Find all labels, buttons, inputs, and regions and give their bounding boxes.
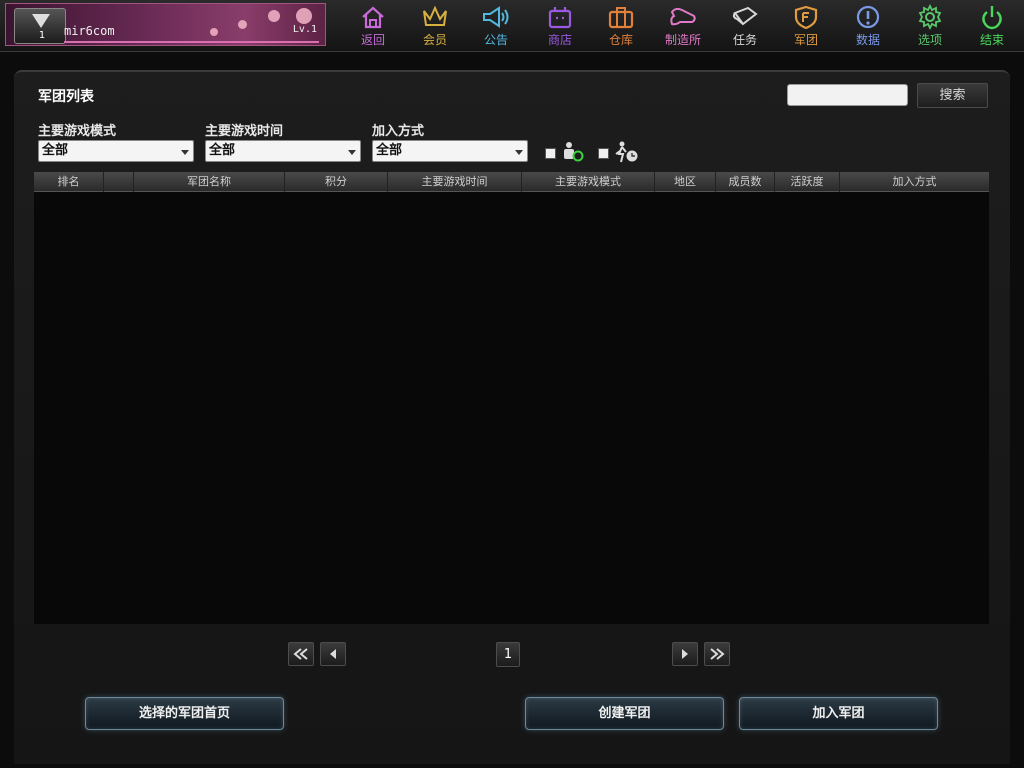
nav-data[interactable]: 数据	[837, 4, 899, 48]
column-header-rank[interactable]: 排名	[34, 172, 104, 192]
filter-play-time-select[interactable]: 全部	[205, 140, 361, 162]
top-bar: 1 mir6com Lv.1 返回 会员 公告 商店 仓库 制造所 任务 军团 …	[0, 0, 1024, 52]
nav-options-label: 选项	[917, 33, 942, 47]
nav-crafting-label: 制造所	[664, 33, 701, 47]
table-body	[34, 193, 989, 624]
column-header-emblem[interactable]	[104, 172, 134, 192]
nav-warehouse-label: 仓库	[608, 33, 633, 47]
blossom-decoration	[268, 10, 280, 22]
scroll-icon	[732, 6, 758, 26]
avatar-number: 1	[38, 30, 46, 41]
search-button[interactable]: 搜索	[917, 83, 988, 108]
crown-icon	[423, 5, 447, 26]
player-profile-card[interactable]: 1 mir6com Lv.1	[5, 3, 326, 46]
dropdown-arrow-icon	[181, 150, 189, 155]
nav-notice-label: 公告	[483, 33, 508, 47]
column-header-join-method[interactable]: 加入方式	[840, 172, 989, 192]
nav-quests-label: 任务	[732, 33, 757, 47]
column-header-guild-name[interactable]: 军团名称	[134, 172, 285, 192]
info-icon	[856, 5, 880, 29]
briefcase-icon	[608, 7, 634, 29]
blossom-decoration	[296, 8, 312, 24]
double-chevron-left-icon	[293, 648, 308, 660]
avatar: 1	[14, 8, 66, 44]
column-header-activity[interactable]: 活跃度	[775, 172, 840, 192]
nav-warehouse[interactable]: 仓库	[590, 4, 652, 48]
nav-crafting[interactable]: 制造所	[652, 4, 714, 48]
blossom-decoration	[238, 20, 247, 29]
nav-options[interactable]: 选项	[899, 4, 961, 48]
panel-title: 军团列表	[38, 89, 94, 105]
filter-game-mode-label: 主要游戏模式	[38, 124, 117, 139]
filter-play-time-value: 全部	[209, 143, 236, 158]
column-header-play-time[interactable]: 主要游戏时间	[388, 172, 522, 192]
filter-join-method-label: 加入方式	[372, 124, 425, 139]
next-page-button[interactable]	[672, 642, 698, 666]
filter-join-method-value: 全部	[376, 143, 403, 158]
nav-membership-label: 会员	[422, 33, 447, 47]
last-page-button[interactable]	[704, 642, 730, 666]
blossom-decoration	[210, 28, 218, 36]
guild-list-panel: 军团列表 搜索 主要游戏模式 全部 主要游戏时间 全部 加入方式 全部 排名 军…	[14, 70, 1010, 764]
nav-membership[interactable]: 会员	[404, 4, 466, 48]
create-guild-button[interactable]: 创建军团	[525, 697, 724, 730]
player-name: mir6com	[64, 24, 115, 38]
online-member-checkbox[interactable]	[545, 148, 556, 159]
column-header-game-mode[interactable]: 主要游戏模式	[522, 172, 655, 192]
anvil-icon	[670, 7, 696, 26]
table-header: 排名 军团名称 积分 主要游戏时间 主要游戏模式 地区 成员数 活跃度 加入方式	[34, 172, 989, 192]
recent-activity-icon	[615, 141, 638, 163]
nav-guild-label: 军团	[793, 33, 818, 47]
online-member-icon	[564, 142, 584, 162]
recent-activity-checkbox[interactable]	[598, 148, 609, 159]
triangle-right-icon	[682, 649, 688, 659]
guild-home-button[interactable]: 选择的军团首页	[85, 697, 284, 730]
column-header-region[interactable]: 地区	[655, 172, 716, 192]
filter-game-mode-value: 全部	[42, 143, 69, 158]
current-page-indicator[interactable]: 1	[496, 642, 520, 667]
shop-icon	[548, 7, 572, 29]
nav-return-label: 返回	[360, 33, 385, 47]
experience-bar	[64, 41, 319, 43]
nav-shop-label: 商店	[547, 33, 572, 47]
nav-data-label: 数据	[855, 33, 880, 47]
triangle-left-icon	[330, 649, 336, 659]
guild-table: 排名 军团名称 积分 主要游戏时间 主要游戏模式 地区 成员数 活跃度 加入方式	[34, 172, 989, 624]
player-level: Lv.1	[292, 24, 317, 35]
nav-shop[interactable]: 商店	[529, 4, 591, 48]
nav-notice[interactable]: 公告	[465, 4, 527, 48]
filter-play-time-label: 主要游戏时间	[205, 124, 284, 139]
column-header-member-count[interactable]: 成员数	[716, 172, 775, 192]
double-chevron-right-icon	[710, 648, 725, 660]
nav-quests[interactable]: 任务	[714, 4, 776, 48]
nav-exit-label: 结束	[979, 33, 1004, 47]
filter-join-method-select[interactable]: 全部	[372, 140, 528, 162]
home-icon	[362, 6, 384, 29]
nav-exit[interactable]: 结束	[961, 4, 1023, 48]
dropdown-arrow-icon	[515, 150, 523, 155]
search-input[interactable]	[787, 84, 908, 106]
power-icon	[982, 6, 1002, 30]
dropdown-arrow-icon	[348, 150, 356, 155]
gear-icon	[918, 4, 942, 30]
column-header-points[interactable]: 积分	[285, 172, 388, 192]
guild-emblem-icon	[32, 14, 50, 28]
join-guild-button[interactable]: 加入军团	[739, 697, 938, 730]
shield-icon	[794, 5, 818, 30]
filter-game-mode-select[interactable]: 全部	[38, 140, 194, 162]
nav-guild[interactable]: 军团	[775, 4, 837, 48]
nav-return[interactable]: 返回	[342, 4, 404, 48]
previous-page-button[interactable]	[320, 642, 346, 666]
first-page-button[interactable]	[288, 642, 314, 666]
megaphone-icon	[483, 6, 509, 28]
